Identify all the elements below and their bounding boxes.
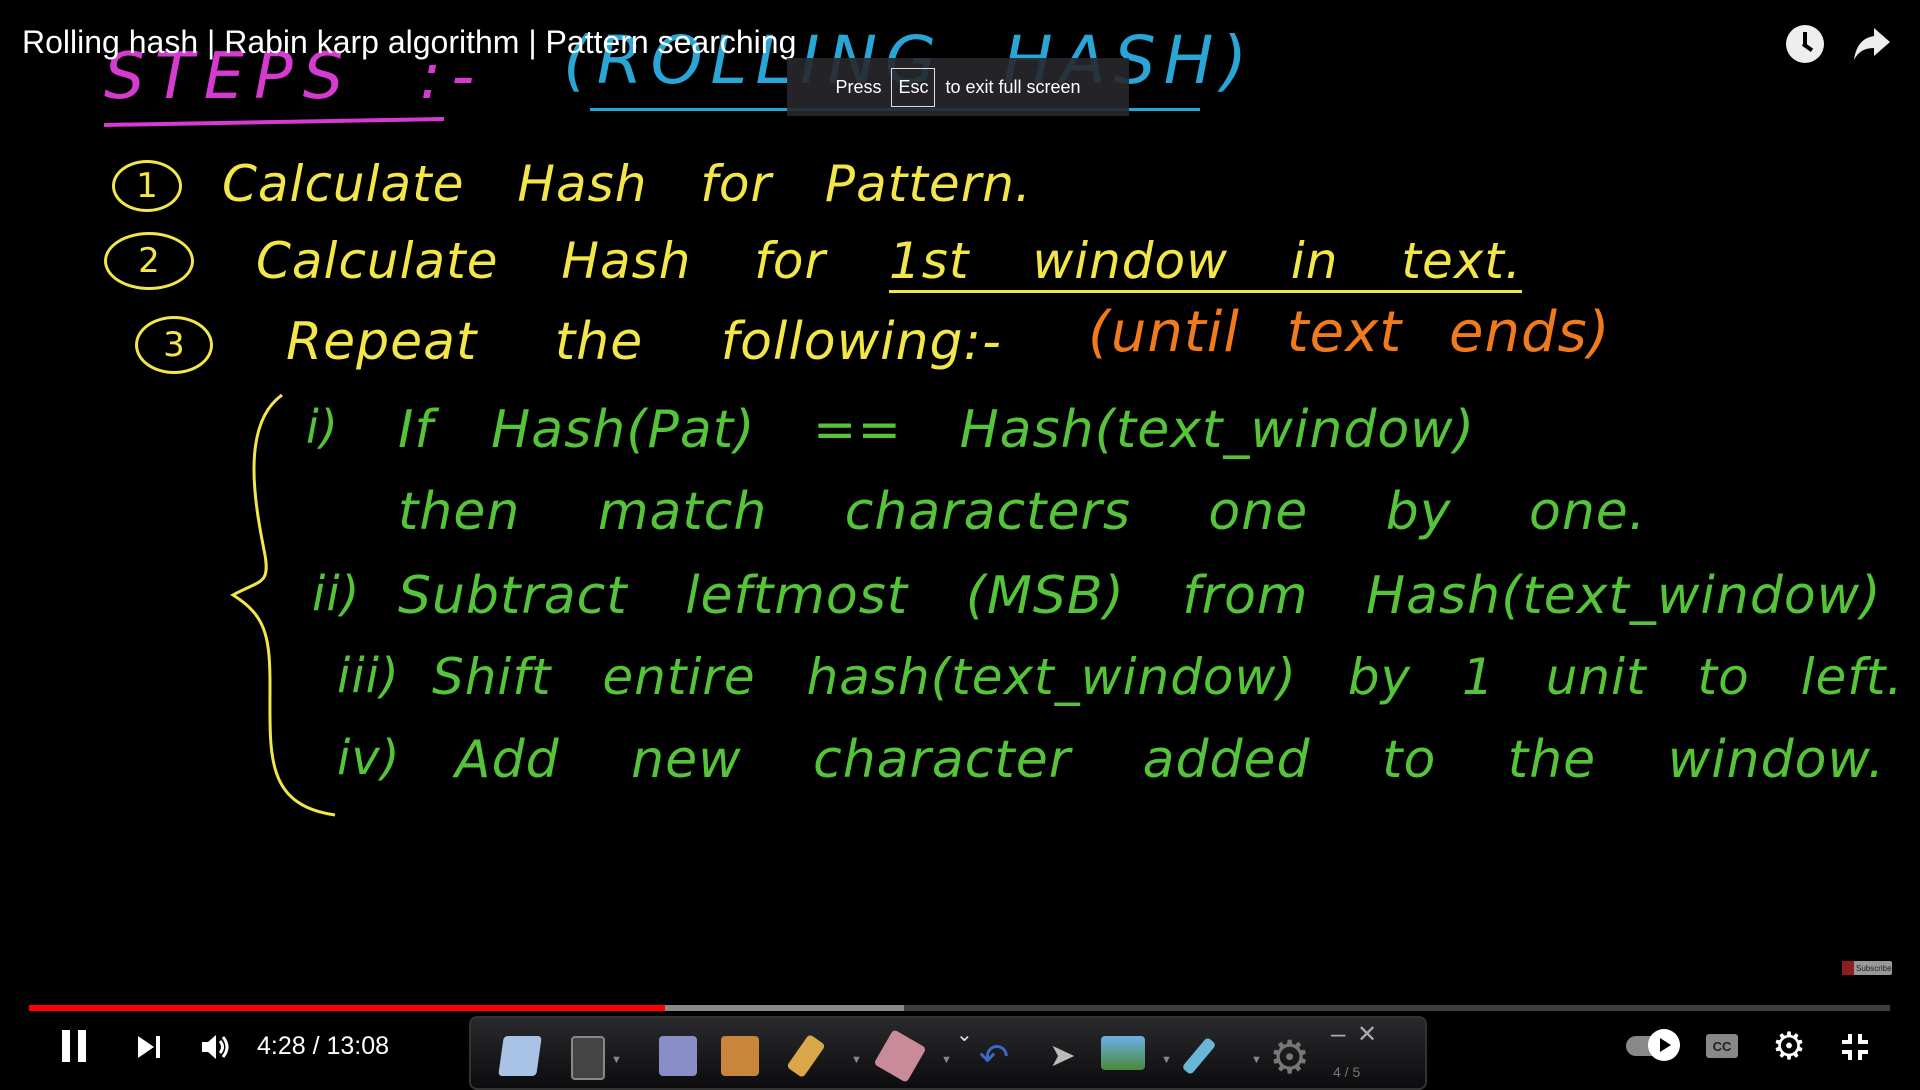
toast-text: to exit full screen <box>945 76 1081 97</box>
eraser-icon[interactable] <box>873 1029 927 1083</box>
settings-button[interactable]: ⚙ <box>1772 1024 1806 1069</box>
substep-text: Add new character added to the window. <box>455 730 1886 790</box>
share-icon[interactable] <box>1852 26 1892 62</box>
fullscreen-toast: Press Esc to exit full screen <box>787 58 1129 116</box>
dropdown-arrow-icon[interactable]: ▼ <box>1251 1054 1262 1066</box>
pen-icon[interactable] <box>786 1033 826 1079</box>
chevron-down-icon[interactable]: ⌄ <box>956 1022 973 1047</box>
time-display: 4:28 / 13:08 <box>257 1032 390 1060</box>
dropdown-arrow-icon[interactable]: ▼ <box>611 1054 622 1066</box>
step-number: 2 <box>104 232 194 290</box>
volume-button[interactable] <box>200 1032 232 1062</box>
play-icon <box>1648 1029 1680 1061</box>
pointer-icon[interactable]: ➤ <box>1049 1036 1076 1074</box>
toast-press: Press <box>835 76 882 97</box>
step-text: Repeat the following:- <box>286 312 1002 372</box>
save-icon[interactable] <box>571 1036 605 1080</box>
highlighter-icon[interactable] <box>1181 1036 1217 1076</box>
background-image-icon[interactable] <box>1101 1036 1145 1070</box>
played-bar <box>29 1005 666 1011</box>
redo-page-icon[interactable] <box>721 1036 759 1076</box>
autoplay-toggle[interactable] <box>1626 1029 1680 1061</box>
close-icon[interactable]: ✕ <box>1357 1020 1377 1049</box>
video-title[interactable]: Rolling hash | Rabin karp algorithm | Pa… <box>22 24 796 61</box>
settings-icon[interactable]: ⚙ <box>1269 1030 1310 1084</box>
substep-number: ii) <box>312 566 361 622</box>
step-number: 1 <box>112 160 182 212</box>
step-text: Calculate Hash for Pattern. <box>222 155 1032 213</box>
substep-text: Subtract leftmost (MSB) from Hash(text_w… <box>398 566 1882 626</box>
watch-later-icon[interactable] <box>1786 25 1824 63</box>
exit-fullscreen-button[interactable] <box>1840 1032 1870 1062</box>
captions-button[interactable]: CC <box>1706 1034 1738 1058</box>
undo-page-icon[interactable] <box>659 1036 697 1076</box>
substep-text: Shift entire hash(text_window) by 1 unit… <box>432 648 1904 706</box>
substep-number: i) <box>306 400 339 454</box>
progress-bar[interactable] <box>29 1005 1890 1011</box>
substep-text: then match characters one by one. <box>398 482 1647 542</box>
step-text: Calculate Hash for 1st window in text. <box>256 232 1522 293</box>
undo-icon[interactable]: ↶ <box>979 1036 1009 1078</box>
dropdown-arrow-icon[interactable]: ▼ <box>1161 1054 1172 1066</box>
substep-number: iii) <box>337 648 400 704</box>
dropdown-arrow-icon[interactable]: ▼ <box>851 1054 862 1066</box>
substep-text: If Hash(Pat) == Hash(text_window) <box>398 400 1475 460</box>
substep-number: iv) <box>337 730 401 786</box>
subscribe-watermark[interactable]: Subscribe <box>1842 961 1892 975</box>
heading-underline <box>103 117 445 127</box>
esc-key: Esc <box>891 67 936 107</box>
step-note: (until text ends) <box>1088 300 1611 365</box>
drawing-toolbar: ▼ ▼ ▼ ⌄ ↶ ➤ ▼ ▼ ⚙ – ✕ 4 / 5 <box>469 1016 1427 1090</box>
minimize-icon[interactable]: – <box>1331 1018 1345 1049</box>
dropdown-arrow-icon[interactable]: ▼ <box>941 1054 952 1066</box>
page-indicator: 4 / 5 <box>1333 1064 1361 1080</box>
new-page-icon[interactable] <box>498 1036 542 1076</box>
step-number: 3 <box>135 316 213 374</box>
youtube-icon <box>1842 961 1854 975</box>
next-button[interactable] <box>136 1034 164 1060</box>
pause-button[interactable] <box>60 1030 90 1062</box>
